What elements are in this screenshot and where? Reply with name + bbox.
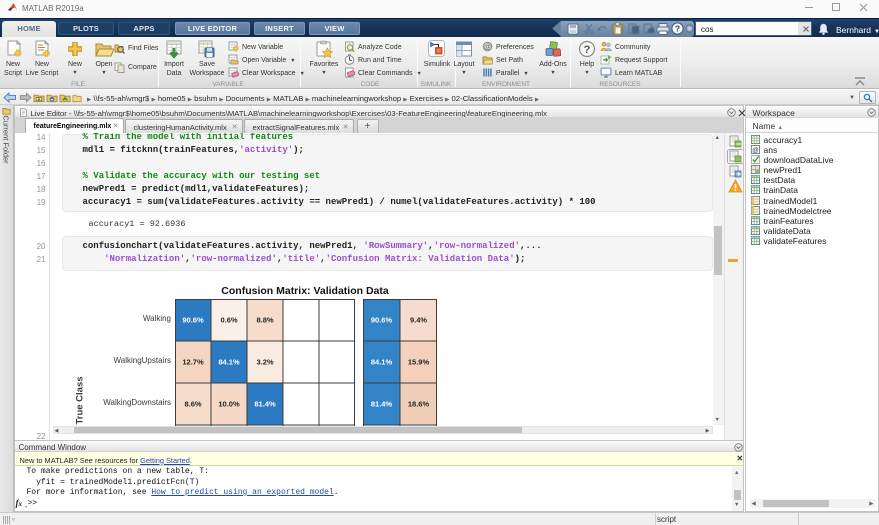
svg-text:15.9%: 15.9% [408, 358, 430, 367]
svg-text:?: ? [584, 44, 591, 56]
svg-text:90.6%: 90.6% [182, 316, 204, 325]
svg-text:10.0%: 10.0% [218, 400, 240, 409]
svg-text:81.4%: 81.4% [371, 400, 393, 409]
svg-text:9.4%: 9.4% [410, 316, 427, 325]
svg-text:90.6%: 90.6% [371, 316, 393, 325]
svg-text:0.6%: 0.6% [220, 316, 237, 325]
svg-text:84.1%: 84.1% [371, 358, 393, 367]
svg-text:?: ? [675, 23, 680, 33]
svg-text:@: @ [484, 44, 491, 51]
svg-text:18.6%: 18.6% [408, 400, 430, 409]
svg-text:12.7%: 12.7% [182, 358, 204, 367]
svg-text:@: @ [752, 146, 758, 153]
svg-text:3.2%: 3.2% [256, 358, 273, 367]
svg-text:8.6%: 8.6% [184, 400, 201, 409]
svg-text:81.4%: 81.4% [254, 400, 276, 409]
svg-text:84.1%: 84.1% [218, 358, 240, 367]
svg-text:8.8%: 8.8% [256, 316, 273, 325]
